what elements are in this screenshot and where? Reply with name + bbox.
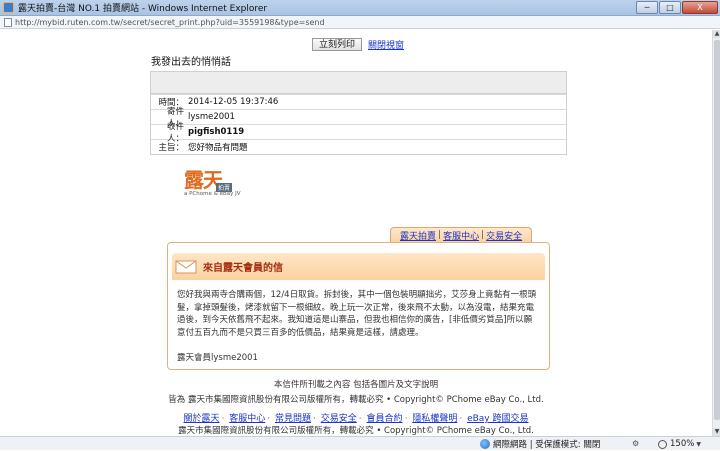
message-row-value: lysme2001 — [188, 112, 235, 122]
mail-body: 您好我與兩寺合購兩個，12/4日取貨。拆封後，其中一個包裝明顯拙劣，艾莎身上竟黏… — [168, 280, 549, 365]
page-icon — [4, 17, 12, 27]
message-row: 時間： 2014-12-05 19:37:46 — [151, 94, 566, 109]
chevron-down-icon: ▼ — [696, 440, 701, 448]
footer-link-customer-service[interactable]: 客服中心 — [229, 414, 265, 424]
footer-link-ebay[interactable]: eBay 跨國交易 — [467, 414, 528, 424]
footer-link-separator: ‧ — [404, 414, 408, 424]
footer-link-about[interactable]: 關於露天 — [183, 414, 219, 424]
close-window-link[interactable]: 關閉視窗 — [368, 38, 404, 51]
message-table-header — [151, 72, 566, 94]
message-row: 收件人： pigfish0119 — [151, 122, 566, 144]
scroll-down-icon[interactable]: ▼ — [713, 428, 720, 436]
title-bar: 露天拍賣-台灣 NO.1 拍賣網站 - Windows Internet Exp… — [0, 0, 720, 16]
tab-customer-service[interactable]: 客服中心 — [443, 229, 479, 242]
page-content: 立刻列印 關閉視窗 我發出去的悄悄話 時間： 2014-12-05 19:37:4… — [0, 30, 712, 436]
footer-link-member-agreement[interactable]: 會員合約 — [367, 414, 403, 424]
envelope-icon — [175, 260, 197, 274]
logo-tag: 拍賣 — [216, 183, 233, 192]
copyright-line-1: 本信件所刊載之內容 包括各圖片及文字說明 — [273, 380, 439, 390]
minimize-button[interactable]: ─ — [636, 1, 658, 14]
mail-heading-bar: 來自露天會員的信 — [172, 253, 545, 280]
print-button[interactable]: 立刻列印 — [312, 38, 363, 51]
zoom-level: 150% — [670, 439, 695, 449]
security-zone[interactable]: 網際網路 | 受保護模式: 關閉 — [480, 437, 600, 451]
mail-heading: 來自露天會員的信 — [203, 263, 283, 274]
footer-link-separator: ‧ — [358, 414, 362, 424]
message-header-table: 時間： 2014-12-05 19:37:46 寄件人： lysme2001 收件人： p… — [150, 71, 567, 155]
footer-link-privacy[interactable]: 隱私權聲明 — [412, 414, 457, 424]
logo-subtitle: a PChome & eBay JV — [184, 191, 241, 197]
status-bar: 網際網路 | 受保護模式: 關閉 ⚙ 150% ▼ — [0, 436, 720, 450]
footer-copyright: 露天市集國際資訊股份有限公司版權所有，轉載必究 • Copyright© PCh… — [178, 426, 534, 436]
message-row: 寄件人： lysme2001 — [151, 107, 566, 129]
mail-body-text: 您好我與兩寺合購兩個，12/4日取貨。拆封後，其中一個包裝明顯拙劣，艾莎身上竟黏… — [177, 290, 537, 338]
copyright-line-2: 皆為 露天市集國際資訊股份有限公司版權所有，轉載必究 • Copyright© … — [168, 395, 544, 405]
footer-link-separator: ‧ — [267, 414, 271, 424]
window-controls: ─ □ X — [636, 1, 718, 14]
vertical-scrollbar[interactable]: ▲ ▼ — [712, 30, 720, 436]
footer-link-safety[interactable]: 交易安全 — [321, 414, 357, 424]
logo-text: 露天 — [184, 168, 223, 192]
zoom-control[interactable]: 150% ▼ — [658, 437, 701, 451]
globe-icon — [480, 439, 490, 449]
footer-links: 關於露天 ‧ 客服中心 ‧ 常見問題 ‧ 交易安全 ‧ 會員合約 ‧ 隱私權聲明 ‧ eBa… — [0, 411, 712, 424]
maximize-button[interactable]: □ — [659, 1, 681, 14]
address-url[interactable]: http://mybid.ruten.com.tw/secret/secret_… — [15, 18, 325, 27]
close-window-button[interactable]: X — [682, 1, 718, 14]
tab-transaction-safety[interactable]: 交易安全 — [486, 229, 522, 242]
message-row-label: 主旨： — [158, 143, 184, 153]
tab-separator: | — [438, 230, 442, 240]
address-bar[interactable]: http://mybid.ruten.com.tw/secret/secret_… — [0, 16, 720, 29]
window-title: 露天拍賣-台灣 NO.1 拍賣網站 - Windows Internet Exp… — [18, 4, 268, 14]
footer-link-separator: ‧ — [459, 414, 463, 424]
footer-link-separator: ‧ — [221, 414, 225, 424]
message-row-value: 2014-12-05 19:37:46 — [188, 97, 279, 107]
copyright-notice: 本信件所刊載之內容 包括各圖片及文字說明 皆為 露天市集國際資訊股份有限公司版權… — [0, 378, 712, 408]
ruten-logo[interactable]: 露天 拍賣 a PChome & eBay JV — [184, 169, 244, 209]
mail-box: 來自露天會員的信 您好我與兩寺合購兩個，12/4日取貨。拆封後，其中一個包裝明顯… — [167, 242, 550, 370]
footer-link-separator: ‧ — [313, 414, 316, 424]
footer-link-faq[interactable]: 常見問題 — [275, 414, 311, 424]
message-row-value: pigfish0119 — [188, 127, 245, 137]
tab-ruten-auction[interactable]: 露天拍賣 — [400, 229, 436, 242]
message-row-value: 您好物品有問題 — [188, 143, 248, 153]
mail-signature: 露天會員lysme2001 — [177, 353, 258, 363]
nav-tabs: 露天拍賣 | 客服中心 | 交易安全 — [390, 227, 533, 242]
scroll-up-icon[interactable]: ▲ — [713, 30, 720, 38]
message-row: 主旨： 您好物品有問題 — [151, 139, 566, 154]
protected-mode-icon[interactable]: ⚙ — [632, 439, 644, 449]
top-actions: 立刻列印 關閉視窗 — [312, 38, 404, 51]
scroll-thumb[interactable] — [714, 40, 720, 420]
zoom-icon — [658, 439, 667, 449]
page-title: 我發出去的悄悄話 — [151, 57, 231, 68]
ruten-favicon-icon — [3, 2, 14, 13]
tab-separator: | — [481, 230, 485, 240]
zone-text: 網際網路 | 受保護模式: 關閉 — [493, 440, 601, 450]
